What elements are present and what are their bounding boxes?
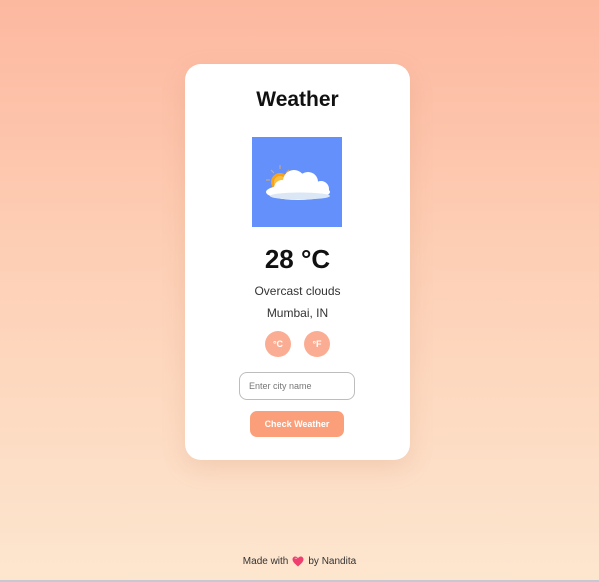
weather-description: Overcast clouds bbox=[254, 284, 341, 298]
footer: Made with by Nandita bbox=[0, 556, 599, 567]
check-weather-button[interactable]: Check Weather bbox=[250, 411, 344, 437]
weather-card: Weather 28 °C Overcast clouds Mumbai, IN… bbox=[185, 64, 410, 460]
footer-suffix: by Nandita bbox=[308, 556, 357, 567]
footer-prefix: Made with bbox=[242, 556, 289, 567]
celsius-button[interactable]: °C bbox=[265, 331, 291, 357]
fahrenheit-button[interactable]: °F bbox=[304, 331, 330, 357]
temperature-value: 28 °C bbox=[264, 244, 331, 274]
location-label: Mumbai, IN bbox=[266, 306, 329, 320]
app-title: Weather bbox=[256, 88, 339, 111]
city-search-input[interactable] bbox=[239, 372, 355, 400]
heart-icon bbox=[292, 556, 304, 567]
partly-cloudy-icon bbox=[252, 137, 342, 227]
unit-toggle-group: °C °F bbox=[185, 331, 410, 357]
